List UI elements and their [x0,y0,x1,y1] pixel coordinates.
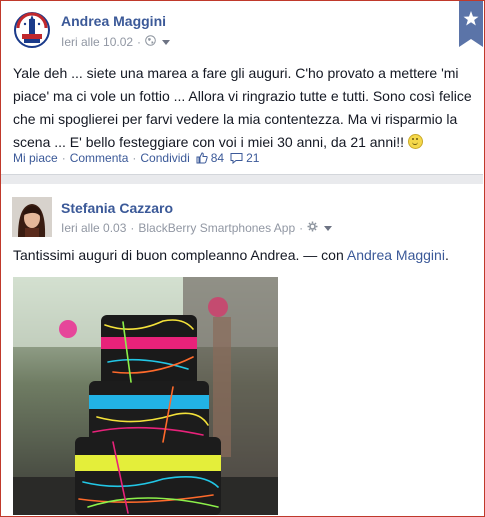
post-text-prefix: Tantissimi auguri di buon compleanno And… [13,247,347,263]
post-timestamp[interactable]: Ieri alle 10.02 [61,35,133,49]
post-author[interactable]: Stefania Cazzaro [61,200,173,216]
post-text-suffix: . [444,247,449,263]
post-meta: Ieri alle 0.03 · BlackBerry Smartphones … [61,221,333,235]
highlight-star-button[interactable] [459,1,483,47]
comment-link[interactable]: Commenta [70,151,129,165]
comments-count[interactable]: 21 [230,151,259,165]
meta-separator: · [299,221,304,235]
feed-post: Stefania Cazzaro Ieri alle 0.03 · BlackB… [1,184,483,515]
via-app[interactable]: BlackBerry Smartphones App [138,221,295,235]
action-separator: · [61,151,66,165]
gear-icon[interactable] [307,221,318,235]
comments-count-value: 21 [246,151,260,165]
post-timestamp[interactable]: Ieri alle 0.03 [61,221,126,235]
avatar[interactable] [12,10,52,50]
post-author[interactable]: Andrea Maggini [61,13,166,29]
tagged-user-link[interactable]: Andrea Maggini [347,247,445,263]
post-text: Tantissimi auguri di buon compleanno And… [13,244,475,267]
globe-icon[interactable] [145,35,156,49]
post-meta: Ieri alle 10.02 · [61,35,171,49]
feed-divider [1,174,483,184]
like-icon [196,152,208,164]
avatar[interactable] [12,197,52,237]
share-link[interactable]: Condividi [140,151,189,165]
like-link[interactable]: Mi piace [13,151,58,165]
comment-icon [230,153,243,164]
likes-count[interactable]: 84 [196,151,224,165]
post-photo[interactable] [13,277,278,515]
feed-post: Andrea Maggini Ieri alle 10.02 · Yale de… [1,1,483,174]
post-actions: Mi piace · Commenta · Condividi 84 21 [13,151,259,165]
smiley-icon [407,134,423,149]
meta-separator: · [130,221,135,235]
likes-count-value: 84 [210,151,225,165]
chevron-down-icon[interactable] [162,39,171,45]
chevron-down-icon[interactable] [324,225,333,231]
post-text-content: Yale deh ... siete una marea a fare gli … [13,65,472,150]
meta-separator: · [137,35,142,49]
action-separator: · [132,151,137,165]
post-text: Yale deh ... siete una marea a fare gli … [13,62,475,154]
